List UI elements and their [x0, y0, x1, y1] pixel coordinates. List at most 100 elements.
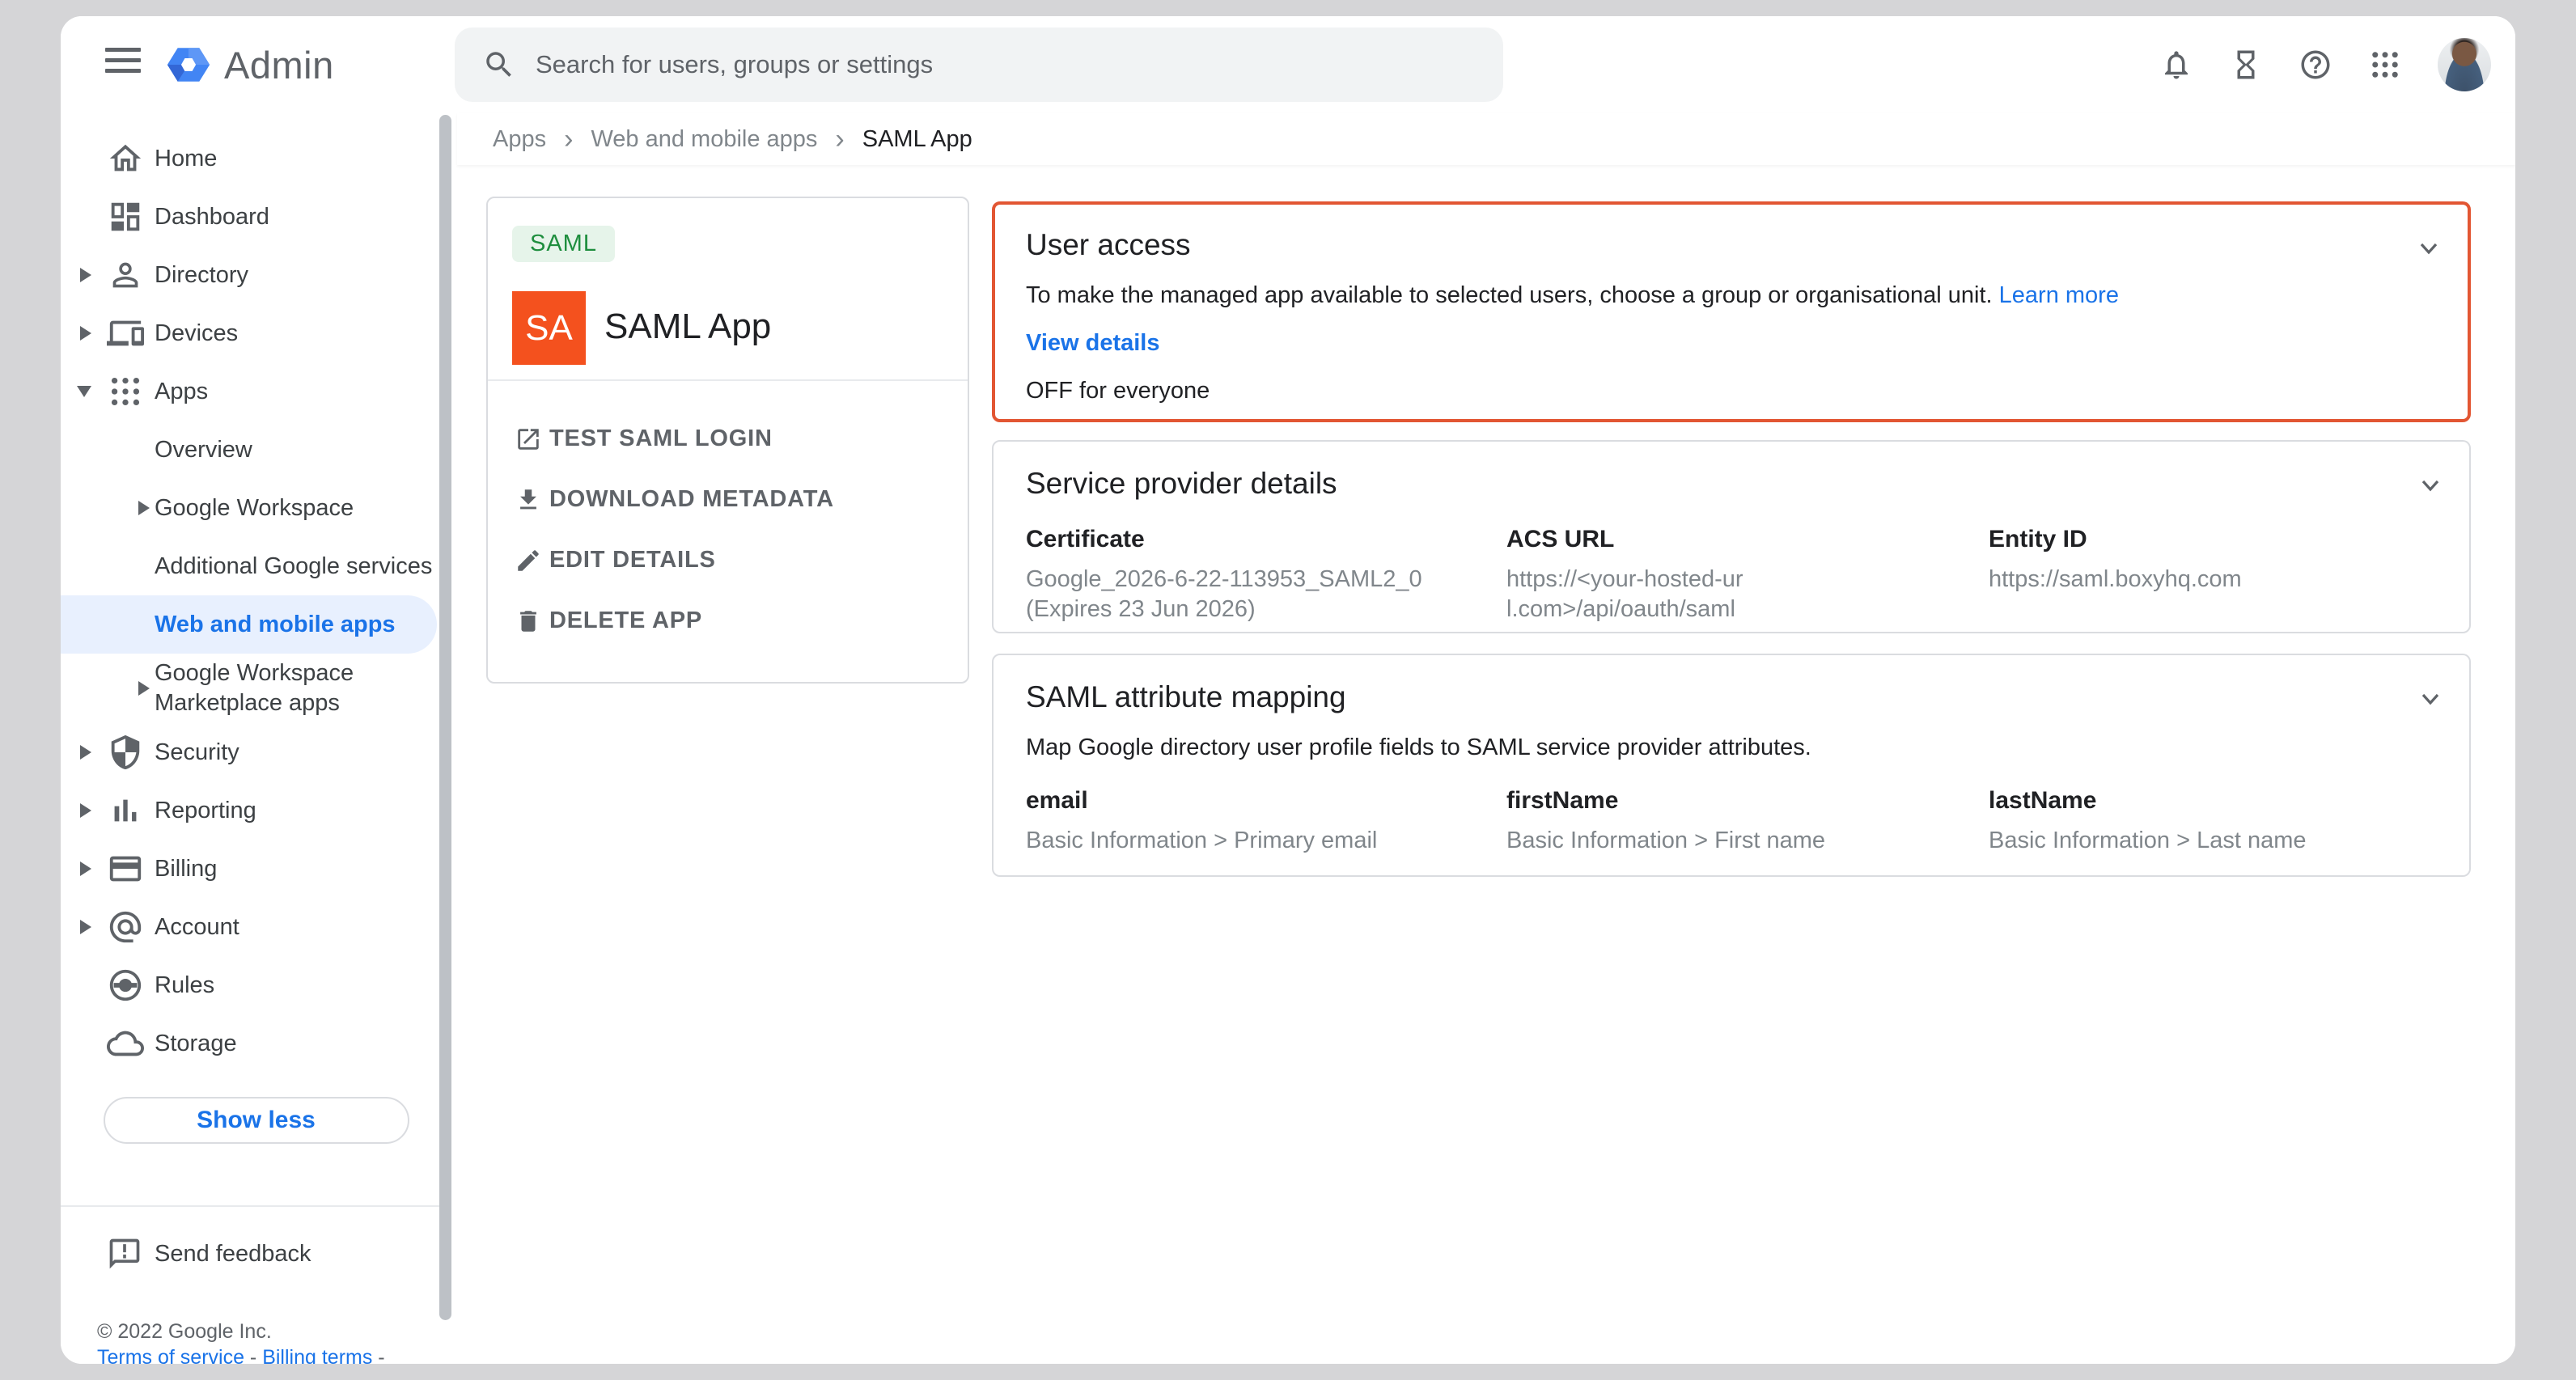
panel-title: User access: [1026, 224, 2437, 266]
expand-arrow-icon[interactable]: [80, 745, 91, 760]
service-provider-fields: Certificate Google_2026-6-22-113953_SAML…: [1026, 526, 2437, 624]
expand-arrow-icon[interactable]: [80, 268, 91, 282]
expand-arrow-icon[interactable]: [80, 803, 91, 818]
email-mapping: email Basic Information > Primary email: [1026, 787, 1506, 856]
top-bar-actions: [2159, 16, 2491, 113]
google-apps-grid-icon[interactable]: [2368, 48, 2402, 82]
terms-of-service-link[interactable]: Terms of service: [97, 1346, 244, 1364]
copyright-text: © 2022 Google Inc.: [97, 1320, 272, 1344]
tasks-hourglass-icon[interactable]: [2229, 48, 2263, 82]
sidebar-item-web-and-mobile-apps[interactable]: Web and mobile apps: [61, 595, 437, 654]
edit-details-button[interactable]: EDIT DETAILS: [488, 530, 968, 591]
chevron-down-icon[interactable]: [2414, 469, 2447, 502]
expand-arrow-icon[interactable]: [80, 326, 91, 341]
search-bar[interactable]: [455, 28, 1503, 102]
feedback-icon: [107, 1236, 142, 1272]
help-icon[interactable]: [2298, 48, 2332, 82]
notifications-icon[interactable]: [2159, 48, 2193, 82]
sidebar-item-rules[interactable]: Rules: [61, 956, 451, 1014]
sidebar-item-directory[interactable]: Directory: [61, 246, 451, 304]
breadcrumb-apps[interactable]: Apps: [493, 126, 546, 153]
admin-logo-icon: [163, 39, 214, 91]
reporting-chart-icon: [107, 792, 144, 829]
app-monogram-tile: SA: [512, 291, 586, 365]
footer-links: Terms of service - Billing terms -: [97, 1346, 385, 1364]
app-actions: TEST SAML LOGIN DOWNLOAD METADATA EDIT D…: [488, 408, 968, 651]
entity-id-value: https://saml.boxyhq.com: [1989, 565, 2437, 595]
breadcrumb: Apps › Web and mobile apps › SAML App: [457, 113, 2515, 165]
billing-terms-link[interactable]: Billing terms: [262, 1346, 372, 1364]
panel-title: Service provider details: [1026, 463, 2437, 505]
directory-person-icon: [107, 256, 144, 294]
expand-arrow-icon[interactable]: [138, 681, 150, 696]
expand-arrow-icon[interactable]: [138, 501, 150, 515]
search-input[interactable]: [536, 50, 1426, 79]
panel-title: SAML attribute mapping: [1026, 676, 2437, 718]
certificate-field: Certificate Google_2026-6-22-113953_SAML…: [1026, 526, 1506, 624]
sidebar-item-reporting[interactable]: Reporting: [61, 781, 451, 840]
security-shield-icon: [107, 734, 144, 771]
saml-type-badge: SAML: [512, 226, 615, 262]
saml-attribute-mapping-panel[interactable]: SAML attribute mapping Map Google direct…: [992, 654, 2471, 877]
app-title: SAML App: [604, 307, 771, 347]
sidebar-item-apps[interactable]: Apps: [61, 362, 451, 421]
sidebar-item-google-workspace[interactable]: Google Workspace: [61, 479, 451, 537]
learn-more-link[interactable]: Learn more: [1999, 282, 2119, 308]
home-icon: [107, 140, 144, 177]
app-summary-card: SAML SA SAML App TEST SAML LOGIN DOWNLOA…: [486, 197, 969, 684]
sidebar-item-devices[interactable]: Devices: [61, 304, 451, 362]
collapse-arrow-icon[interactable]: [77, 386, 91, 397]
user-access-panel[interactable]: User access To make the managed app avai…: [992, 201, 2471, 422]
sidebar-item-storage[interactable]: Storage: [61, 1014, 451, 1073]
user-access-description: To make the managed app available to sel…: [1026, 282, 2437, 309]
breadcrumb-separator: ›: [564, 128, 573, 151]
main-content: Apps › Web and mobile apps › SAML App SA…: [457, 113, 2515, 1364]
apps-grid-icon: [107, 373, 144, 410]
test-saml-login-button[interactable]: TEST SAML LOGIN: [488, 408, 968, 469]
expand-arrow-icon[interactable]: [80, 920, 91, 934]
lastname-mapping: lastName Basic Information > Last name: [1989, 787, 2437, 856]
entity-id-field: Entity ID https://saml.boxyhq.com: [1989, 526, 2437, 624]
attribute-mappings: email Basic Information > Primary email …: [1026, 787, 2437, 856]
dashboard-icon: [107, 198, 144, 235]
send-feedback-button[interactable]: Send feedback: [61, 1231, 451, 1276]
user-avatar[interactable]: [2438, 38, 2491, 91]
card-divider: [488, 379, 968, 381]
sidebar-item-billing[interactable]: Billing: [61, 840, 451, 898]
sidebar-item-overview[interactable]: Overview: [61, 421, 451, 479]
acs-url-field: ACS URL https://<your-hosted-url.com>/ap…: [1506, 526, 1989, 624]
view-details-link[interactable]: View details: [1026, 330, 1160, 357]
storage-cloud-icon: [107, 1025, 144, 1062]
user-access-status: OFF for everyone: [1026, 378, 2437, 404]
sidebar-item-additional-google-services[interactable]: Additional Google services: [61, 537, 451, 595]
sidebar-nav: Home Dashboard Directory Devices: [61, 113, 451, 1364]
billing-card-icon: [107, 850, 144, 887]
open-in-new-icon: [515, 425, 542, 453]
rules-icon: [107, 967, 144, 1004]
service-provider-details-panel[interactable]: Service provider details Certificate Goo…: [992, 440, 2471, 633]
sidebar-item-security[interactable]: Security: [61, 723, 451, 781]
sidebar-item-dashboard[interactable]: Dashboard: [61, 188, 451, 246]
search-icon: [482, 48, 516, 82]
chevron-down-icon[interactable]: [2414, 683, 2447, 715]
main-menu-icon[interactable]: [105, 48, 141, 82]
delete-app-button[interactable]: DELETE APP: [488, 591, 968, 651]
show-less-button[interactable]: Show less: [104, 1097, 409, 1144]
breadcrumb-web-and-mobile-apps[interactable]: Web and mobile apps: [591, 126, 817, 153]
download-icon: [515, 486, 542, 514]
download-metadata-button[interactable]: DOWNLOAD METADATA: [488, 469, 968, 530]
product-name: Admin: [224, 43, 334, 87]
expand-arrow-icon[interactable]: [80, 861, 91, 876]
chevron-down-icon[interactable]: [2413, 232, 2445, 265]
google-admin-logo[interactable]: Admin: [163, 39, 334, 91]
acs-url-value: https://<your-hosted-url.com>/api/oauth/…: [1506, 565, 1753, 624]
sidebar-item-gw-marketplace-apps[interactable]: Google Workspace Marketplace apps: [61, 654, 451, 723]
sidebar-item-home[interactable]: Home: [61, 129, 451, 188]
firstname-mapping: firstName Basic Information > First name: [1506, 787, 1989, 856]
sidebar-scrollbar[interactable]: [439, 115, 451, 1320]
certificate-value: Google_2026-6-22-113953_SAML2_0(Expires …: [1026, 565, 1506, 624]
breadcrumb-current-page: SAML App: [862, 126, 972, 153]
account-at-icon: [107, 908, 144, 946]
sidebar-item-account[interactable]: Account: [61, 898, 451, 956]
edit-pencil-icon: [515, 547, 542, 574]
